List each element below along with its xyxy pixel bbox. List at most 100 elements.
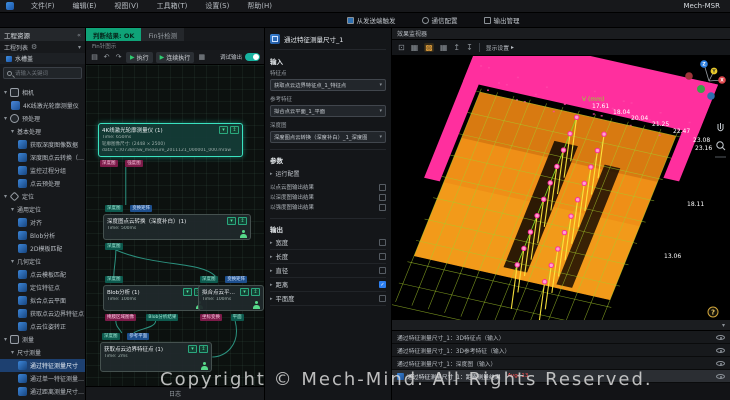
checkbox[interactable]	[379, 267, 386, 274]
zoom-icon[interactable]	[716, 141, 726, 151]
display-option-2[interactable]: 以强度图输出结果	[270, 202, 386, 212]
node-1-output-port-0[interactable]: 深度图	[105, 243, 123, 251]
tree-item-5[interactable]: 深度图点云转换（深…	[0, 151, 85, 164]
tree-item-22[interactable]: 通过单一特征测量…	[0, 372, 85, 385]
chevron-down-icon[interactable]: ▾	[722, 322, 725, 329]
menu-item-5[interactable]: 帮助(H)	[238, 1, 281, 11]
node-2-output-port-1[interactable]: Blob分析结果	[146, 314, 179, 322]
tree-item-16[interactable]: 拟合点云平面	[0, 294, 85, 307]
graph-canvas[interactable]: 4K线激光轮廓测量仪 (1) ▾ ↥ Time: 650ms 轮廓图像尺寸: (2448…	[86, 65, 264, 386]
tree-item-7[interactable]: 点云预处理	[0, 177, 85, 190]
tree-item-14[interactable]: 点云模板匹配	[0, 268, 85, 281]
result-row-3[interactable]: 通过特征测量尺寸_1：距离测量结果 Avg: 13	[392, 370, 730, 383]
tree-item-15[interactable]: 定位特征点	[0, 281, 85, 294]
node-3-output-port-0[interactable]: 坐标变换	[200, 314, 222, 322]
graph-node-3[interactable]: 拟合点云平面 (1)▾↥Time: 100ms	[198, 285, 264, 311]
node-0-output-port-1[interactable]: 强度图	[125, 160, 143, 168]
output-row-3[interactable]: ▸ 距离 ✓	[270, 278, 386, 292]
node-2-input-port-0[interactable]: 深度图	[105, 276, 123, 284]
menu-item-4[interactable]: 设置(S)	[196, 1, 238, 11]
arrow-up-icon[interactable]: ↥	[453, 43, 460, 52]
graph-node-4[interactable]: 获取点云边界特征点 (1) ▾ ↥ Time: 2ms	[100, 342, 212, 372]
node-3-input-port-0[interactable]: 深度图	[200, 276, 218, 284]
tree-item-4[interactable]: 获取深度图像数据	[0, 138, 85, 151]
gear-icon[interactable]: ⚙	[31, 43, 37, 51]
tree-item-23[interactable]: 通过距离测量尺寸…	[0, 385, 85, 398]
node-3-output-port-1[interactable]: 平面	[230, 314, 244, 322]
undo-icon[interactable]: ↶	[102, 53, 111, 61]
node-collapse-button[interactable]: ▾	[188, 345, 197, 353]
eye-icon[interactable]	[716, 334, 725, 340]
tree-item-18[interactable]: 点云位姿转正	[0, 320, 85, 333]
menu-item-2[interactable]: 视图(V)	[105, 1, 147, 11]
search-input[interactable]: 请输入关键词	[3, 67, 82, 79]
expand-view-icon[interactable]: ⊡	[398, 43, 405, 52]
checkbox[interactable]	[379, 239, 386, 246]
node-collapse-button[interactable]: ▾	[227, 217, 236, 225]
run-config-row[interactable]: ▸ 运行配置	[270, 169, 386, 179]
tree-group-3[interactable]: ▾ 基本处理	[0, 125, 85, 138]
tab-fin-detect[interactable]: Fin针检测	[141, 28, 185, 41]
node-pin-button[interactable]: ↥	[199, 345, 208, 353]
eye-icon[interactable]	[716, 347, 725, 353]
project-list-row[interactable]: 工程列表 ⚙ ▾	[0, 41, 85, 53]
node-0-output-port-0[interactable]: 深度图	[100, 160, 118, 168]
result-row-0[interactable]: 通过特征测量尺寸_1：3D特征点（输入）	[392, 331, 730, 344]
layers-icon[interactable]: ▦	[197, 53, 206, 61]
node-1-input-port-0[interactable]: 深度图	[105, 205, 123, 213]
project-name-row[interactable]: 水槽盖	[0, 53, 85, 64]
node-pin-button[interactable]: ↥	[238, 217, 247, 225]
checkbox[interactable]: ✓	[379, 281, 386, 288]
checkbox[interactable]	[379, 193, 386, 201]
checkbox[interactable]	[379, 203, 386, 211]
node-1-input-port-1[interactable]: 变换矩阵	[130, 205, 153, 213]
run-button[interactable]: ▶ 执行	[126, 51, 153, 63]
tree-item-10[interactable]: 对齐	[0, 216, 85, 229]
output-row-0[interactable]: ▸ 宽度	[270, 236, 386, 250]
eye-icon[interactable]	[716, 360, 725, 366]
output-row-2[interactable]: ▸ 直径	[270, 264, 386, 278]
axis-ball-blue[interactable]	[707, 92, 715, 100]
axis-ball-dark-red[interactable]	[685, 72, 693, 80]
eye-icon[interactable]	[716, 373, 725, 379]
tree-item-11[interactable]: Blob分析	[0, 229, 85, 242]
tree-group-13[interactable]: ▾ 几何定位	[0, 255, 85, 268]
grid-view-icon[interactable]: ▦	[411, 43, 419, 52]
param-select-1[interactable]: 拟合点云平面_1_平面 ▾	[270, 105, 386, 117]
debug-toggle[interactable]	[245, 53, 260, 61]
collapse-panel-icon[interactable]: «	[77, 31, 81, 39]
node-collapse-button[interactable]: ▾	[240, 288, 249, 296]
tree-item-6[interactable]: 监控过程分组	[0, 164, 85, 177]
node-pin-button[interactable]: ↥	[251, 288, 260, 296]
graph-node-2[interactable]: Blob分析 (1)▾↥Time: 100ms	[103, 285, 207, 311]
menu-item-0[interactable]: 文件(F)	[22, 1, 64, 11]
arrow-down-icon[interactable]: ↧	[466, 43, 473, 52]
tab-result-ok[interactable]: 判断结果: OK	[86, 28, 142, 41]
tree-group-8[interactable]: ▾ 定位	[0, 190, 85, 203]
graph-node-1[interactable]: 深度图点云转换（深度补白）(1) ▾ ↥ Time: 500ms	[103, 214, 251, 240]
help-button[interactable]: ?	[707, 306, 719, 318]
color-grid-view-icon[interactable]: ▩	[424, 43, 434, 52]
node-2-output-port-0[interactable]: 掩膜区域图像	[105, 314, 136, 322]
log-bar[interactable]: 日志	[86, 386, 264, 400]
param-select-2[interactable]: 深度图点云转换（深度补白）_1_深度图 ▾	[270, 131, 386, 143]
graph-node-0[interactable]: 4K线激光轮廓测量仪 (1) ▾ ↥ Time: 650ms 轮廓图像尺寸: (2448…	[98, 123, 243, 157]
display-settings-button[interactable]: 显示设置 ▸	[486, 43, 514, 53]
topbar-button-1[interactable]: 通信配置	[421, 15, 458, 25]
checkbox[interactable]	[379, 295, 386, 302]
node-pin-button[interactable]: ↥	[230, 126, 239, 134]
output-row-4[interactable]: ▸ 平面度	[270, 292, 386, 306]
tree-item-1[interactable]: 4K线激光轮廓测量仪	[0, 99, 85, 112]
chevron-down-icon[interactable]: ▾	[78, 44, 81, 51]
display-option-0[interactable]: 以点云图输出结果	[270, 182, 386, 192]
viewer-3d-canvas[interactable]: V (mm)17.61 18.0420.04 21.25 22.4723.0823.1…	[392, 56, 730, 320]
axis-ball-green[interactable]	[697, 85, 705, 93]
results-header[interactable]: ▾	[392, 320, 730, 331]
menu-item-3[interactable]: 工具箱(T)	[148, 1, 197, 11]
result-row-2[interactable]: 通过特征测量尺寸_1：深度图（输入）	[392, 357, 730, 370]
redo-icon[interactable]: ↷	[114, 53, 123, 61]
run-continuous-button[interactable]: ▶ 连续执行	[155, 51, 195, 63]
tree-item-17[interactable]: 获取点云边界特征点	[0, 307, 85, 320]
topbar-button-2[interactable]: 输出管理	[483, 15, 520, 25]
node-3-input-port-1[interactable]: 变换矩阵	[225, 276, 248, 284]
